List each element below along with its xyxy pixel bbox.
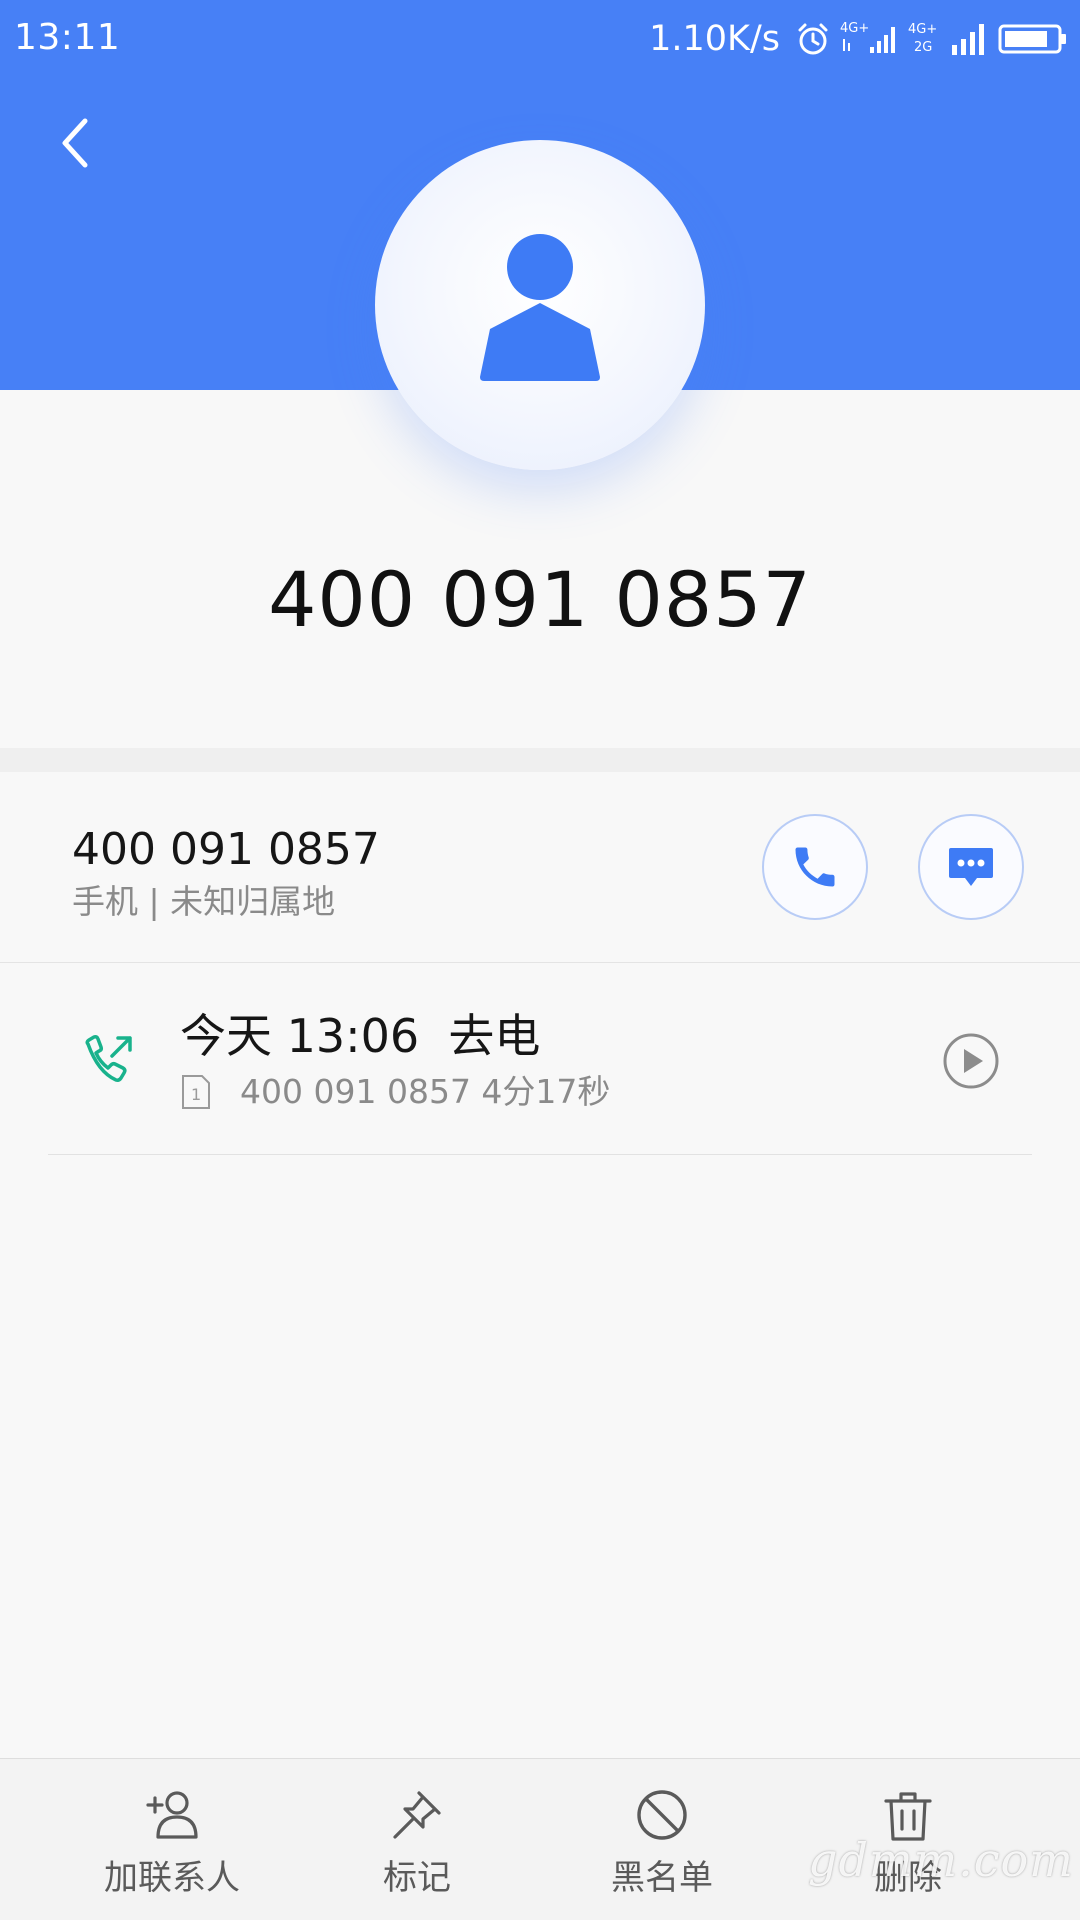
add-contact-button[interactable]: 加联系人 [72,1759,272,1920]
blacklist-label: 黑名单 [611,1858,713,1898]
status-time: 13:11 [14,17,121,58]
contact-number: 400 091 0857 [72,824,380,875]
status-indicators: 1.10K/s 4G+ 4G+ 2G [649,16,1068,62]
bottom-action-bar: 加联系人 标记 黑名单 删除 [0,1758,1080,1920]
block-icon [637,1790,687,1840]
status-bar: 13:11 1.10K/s 4G+ 4G+ 2G [0,0,1080,78]
mark-label: 标记 [383,1858,451,1898]
svg-text:4G+: 4G+ [840,21,869,36]
call-button[interactable] [762,814,868,920]
4g-signal-icon: 4G+ [840,21,895,53]
back-button[interactable] [40,108,110,178]
person-icon [480,234,600,381]
call-log-detail-row: 1 400 091 0857 4分17秒 [180,1070,610,1114]
outgoing-call-icon [85,1035,132,1082]
call-log-detail: 400 091 0857 4分17秒 [240,1072,611,1111]
net-speed: 1.10K/s [649,19,780,59]
add-contact-label: 加联系人 [104,1858,240,1898]
delete-label: 删除 [874,1858,942,1898]
pin-icon [393,1791,441,1839]
battery-icon [998,24,1066,54]
contact-subtitle: 手机 | 未知归属地 [72,882,336,921]
sim-card-icon: 1 [182,1075,210,1109]
call-detail-page: 13:11 1.10K/s 4G+ 4G+ 2G 400 091 0857 40… [0,0,1080,1920]
signal-bars-icon [952,24,984,55]
call-log-item[interactable]: 今天 13:06 去电 1 400 091 0857 4分17秒 [48,962,1032,1155]
message-icon [949,848,993,886]
avatar [375,140,705,470]
delete-button[interactable]: 删除 [808,1759,1008,1920]
mark-button[interactable]: 标记 [317,1759,517,1920]
4g-2g-signal-icon: 4G+ 2G [908,22,937,55]
blacklist-button[interactable]: 黑名单 [562,1759,762,1920]
sim-slot-number: 1 [191,1085,201,1104]
section-divider [0,748,1080,772]
chevron-left-icon [62,118,88,168]
svg-text:4G+: 4G+ [908,22,937,37]
play-icon [943,1033,999,1089]
svg-text:2G: 2G [914,40,932,55]
alarm-icon [798,23,828,55]
call-log-title: 今天 13:06 去电 [180,1009,541,1063]
phone-icon [795,847,835,887]
add-person-icon [146,1791,198,1839]
page-title-number: 400 091 0857 [268,555,812,644]
trash-icon [884,1792,932,1841]
message-button[interactable] [918,814,1024,920]
contact-number-row: 400 091 0857 手机 | 未知归属地 [0,772,1080,963]
play-recording-button[interactable] [942,1032,1000,1090]
